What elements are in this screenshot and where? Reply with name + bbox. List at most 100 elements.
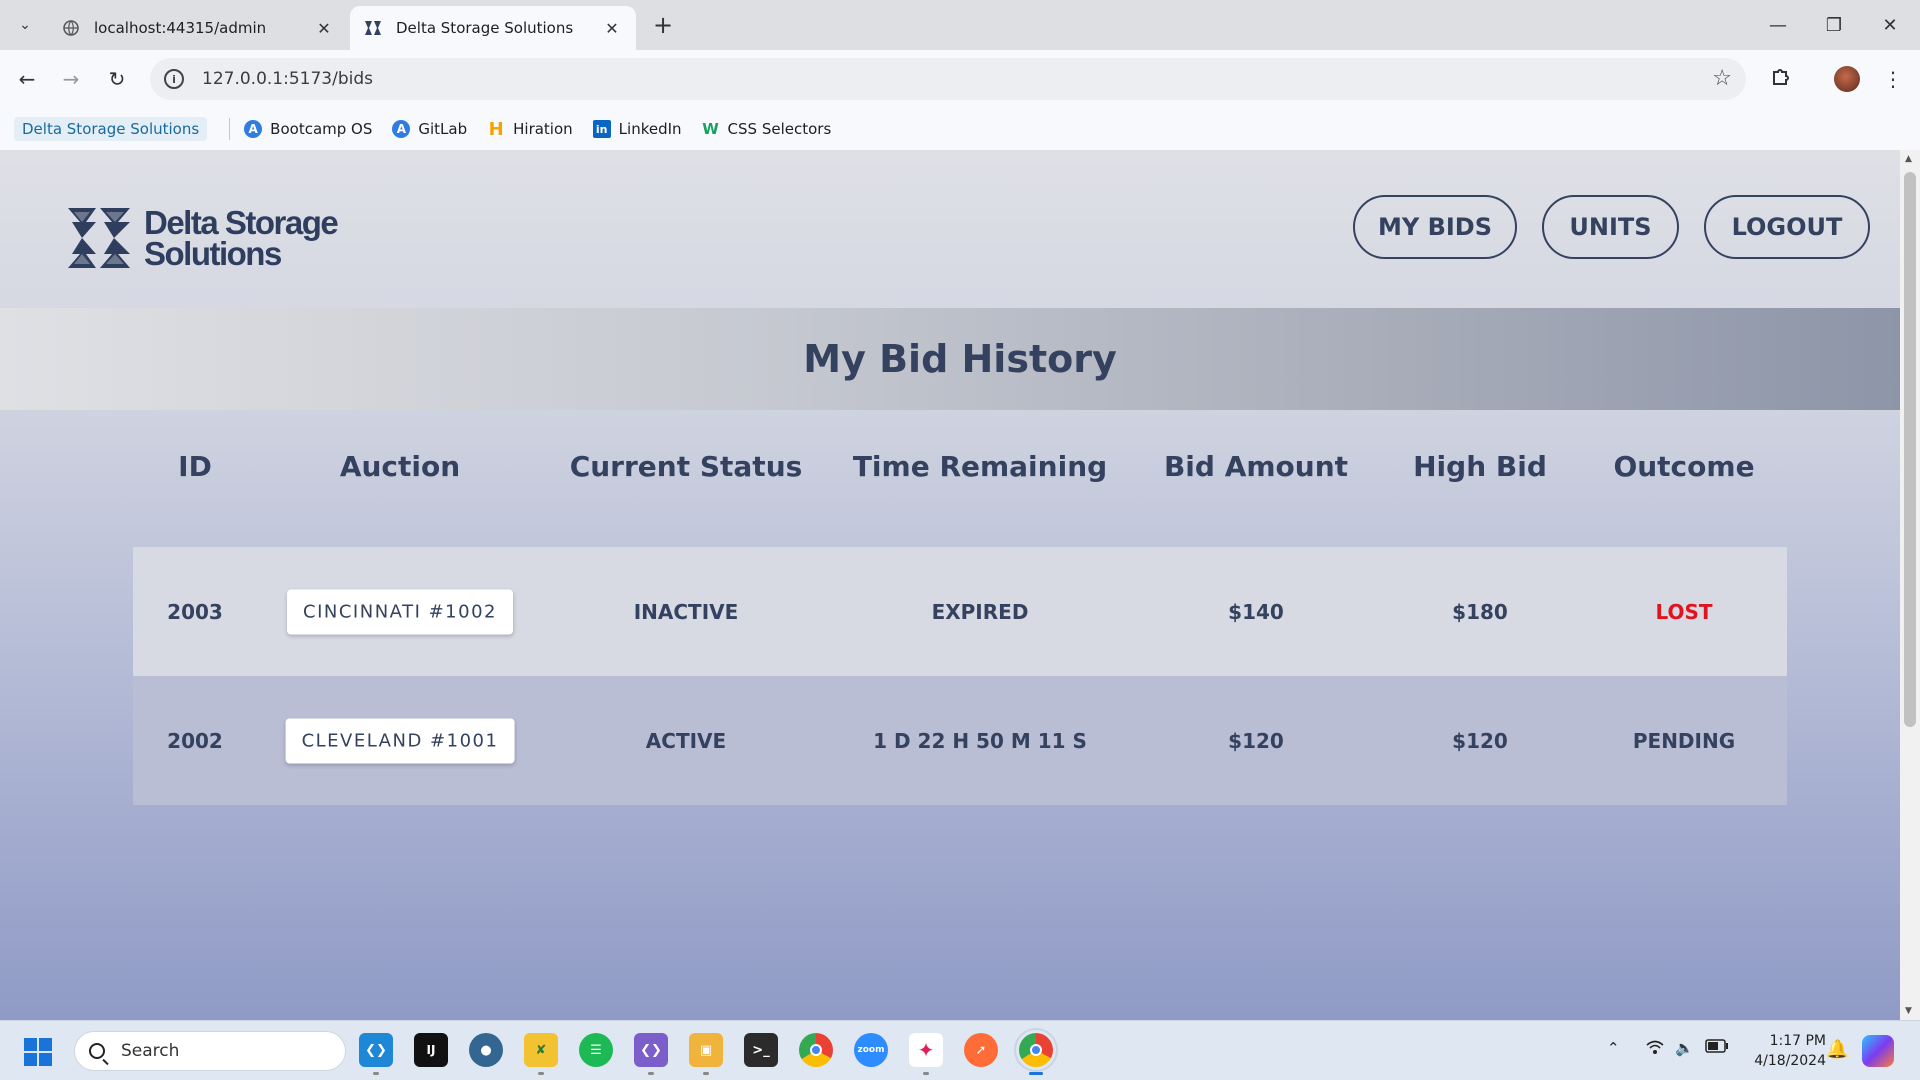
chrome-icon[interactable] — [799, 1033, 833, 1067]
url-text: 127.0.0.1:5173/bids — [202, 69, 373, 89]
arrow-left-icon: ← — [18, 67, 36, 91]
plus-icon: + — [652, 11, 674, 39]
logo-text: Delta Storage Solutions — [144, 206, 339, 272]
cell-status: INACTIVE — [633, 599, 739, 624]
cell-id: 2002 — [167, 728, 223, 753]
close-icon[interactable]: ✕ — [314, 19, 334, 38]
browser-toolbar: ← → ↻ i 127.0.0.1:5173/bids ☆ ⋮ — [0, 50, 1920, 108]
bookmark-linkedin[interactable]: in LinkedIn — [592, 120, 682, 138]
bookmark-gitlab[interactable]: A GitLab — [392, 120, 467, 138]
column-header-time-remaining: Time Remaining — [852, 450, 1108, 483]
minimize-button[interactable]: — — [1750, 0, 1806, 50]
tab-delta-storage[interactable]: Delta Storage Solutions ✕ — [350, 6, 636, 50]
h-icon: H — [488, 118, 504, 140]
slack-icon[interactable]: ✦ — [909, 1033, 943, 1075]
close-icon: ✕ — [1882, 14, 1898, 36]
my-bids-button[interactable]: MY BIDS — [1353, 195, 1517, 259]
bookmark-delta-storage[interactable]: Delta Storage Solutions — [14, 117, 208, 141]
bookmark-hiration[interactable]: H Hiration — [487, 118, 573, 140]
notification-bell-icon[interactable]: 🔔 — [1826, 1039, 1848, 1060]
auction-link-button[interactable]: CINCINNATI #1002 — [287, 589, 513, 634]
snipping-tool-icon[interactable]: ✘ — [524, 1033, 558, 1075]
forward-button[interactable]: → — [54, 62, 88, 96]
profile-button[interactable] — [1830, 62, 1864, 96]
cell-outcome: PENDING — [1632, 728, 1736, 753]
file-explorer-icon[interactable]: ▣ — [689, 1033, 723, 1075]
title-band: My Bid History — [0, 308, 1900, 410]
reload-button[interactable]: ↻ — [100, 62, 134, 96]
site-header: Delta Storage Solutions MY BIDS UNITS LO… — [0, 150, 1900, 308]
tab-search-button[interactable]: ⌄ — [10, 10, 40, 40]
postgres-icon[interactable]: ● — [469, 1033, 503, 1067]
terminal-icon[interactable]: >_ — [744, 1033, 778, 1067]
table-row: 2003 CINCINNATI #1002 INACTIVE EXPIRED $… — [133, 547, 1787, 676]
page-scrollbar[interactable]: ▲ ▼ — [1900, 150, 1920, 1020]
site-logo[interactable]: Delta Storage Solutions — [68, 206, 339, 272]
cell-id: 2003 — [167, 599, 223, 624]
w-icon: W — [702, 120, 719, 138]
bookmark-bootcamp-os[interactable]: A Bootcamp OS — [244, 120, 372, 138]
bookmark-label: Hiration — [513, 120, 573, 138]
logo-line-2: Solutions — [144, 235, 282, 272]
scroll-down-icon[interactable]: ▼ — [1905, 1006, 1912, 1016]
divider — [229, 118, 231, 140]
vscode-icon[interactable]: ❮❯ — [359, 1033, 393, 1075]
bookmarks-bar: Delta Storage Solutions A Bootcamp OS A … — [0, 108, 1920, 150]
speaker-icon[interactable]: 🔈 — [1675, 1039, 1694, 1057]
atom-icon: A — [244, 120, 263, 138]
linkedin-icon: in — [592, 120, 611, 138]
bids-table-body: 2003 CINCINNATI #1002 INACTIVE EXPIRED $… — [133, 547, 1787, 805]
battery-icon[interactable] — [1705, 1039, 1729, 1057]
cell-status: ACTIVE — [645, 728, 727, 753]
bookmark-label: GitLab — [418, 120, 468, 138]
restore-button[interactable]: ❐ — [1806, 0, 1862, 50]
cell-bid-amount: $140 — [1228, 599, 1284, 624]
zoom-icon[interactable]: zoom — [854, 1033, 888, 1067]
atom-icon: A — [392, 120, 411, 138]
copilot-icon[interactable] — [1862, 1035, 1894, 1067]
spotify-icon[interactable]: ☰ — [579, 1033, 613, 1067]
system-clock[interactable]: 1:17 PM 4/18/2024 — [1746, 1031, 1826, 1071]
bookmark-css-selectors[interactable]: W CSS Selectors — [702, 120, 832, 138]
restore-icon: ❐ — [1825, 14, 1843, 36]
tab-title: localhost:44315/admin — [94, 19, 267, 37]
delta-logo-icon — [364, 19, 382, 37]
chevron-up-icon[interactable]: ⌃ — [1607, 1039, 1620, 1057]
bookmark-label: CSS Selectors — [727, 120, 832, 138]
new-tab-button[interactable]: + — [648, 10, 678, 40]
auction-link-button[interactable]: CLEVELAND #1001 — [285, 718, 515, 763]
cell-outcome: LOST — [1655, 599, 1713, 624]
extensions-button[interactable] — [1764, 62, 1798, 96]
cell-high-bid: $180 — [1452, 599, 1508, 624]
windows-start-button[interactable] — [24, 1038, 52, 1066]
page-title: My Bid History — [803, 337, 1117, 381]
table-row: 2002 CLEVELAND #1001 ACTIVE 1 D 22 H 50 … — [133, 676, 1787, 805]
site-info-icon[interactable]: i — [164, 69, 184, 89]
visual-studio-icon[interactable]: ❮❯ — [634, 1033, 668, 1075]
clock-time: 1:17 PM — [1769, 1033, 1826, 1049]
taskbar: Search ❮❯ IJ ● ✘ ☰ ❮❯ ▣ >_ zoom ✦ ➚ ⌃ 🔈 … — [0, 1020, 1920, 1080]
puzzle-icon — [1770, 66, 1792, 93]
taskbar-search[interactable]: Search — [74, 1031, 346, 1071]
postman-icon[interactable]: ➚ — [964, 1033, 998, 1067]
wifi-icon[interactable] — [1645, 1039, 1665, 1059]
intellij-icon[interactable]: IJ — [414, 1033, 448, 1067]
column-header-high-bid: High Bid — [1413, 450, 1547, 483]
logout-button[interactable]: LOGOUT — [1704, 195, 1870, 259]
close-icon[interactable]: ✕ — [602, 19, 622, 38]
chevron-down-icon: ⌄ — [19, 17, 31, 33]
bookmark-label: Bootcamp OS — [270, 120, 373, 138]
scroll-up-icon[interactable]: ▲ — [1905, 154, 1912, 164]
bookmark-label: Delta Storage Solutions — [22, 120, 200, 138]
back-button[interactable]: ← — [10, 62, 44, 96]
units-button[interactable]: UNITS — [1542, 195, 1679, 259]
chrome-profile-icon[interactable] — [1014, 1028, 1058, 1075]
tab-localhost-admin[interactable]: localhost:44315/admin ✕ — [48, 6, 348, 50]
scrollbar-thumb[interactable] — [1904, 172, 1916, 727]
address-bar[interactable]: i 127.0.0.1:5173/bids ☆ — [150, 58, 1746, 100]
close-window-button[interactable]: ✕ — [1862, 0, 1918, 50]
menu-button[interactable]: ⋮ — [1876, 62, 1910, 96]
delta-logo-icon — [68, 208, 130, 268]
bookmark-star-icon[interactable]: ☆ — [1712, 66, 1732, 91]
column-header-bid-amount: Bid Amount — [1163, 450, 1349, 483]
